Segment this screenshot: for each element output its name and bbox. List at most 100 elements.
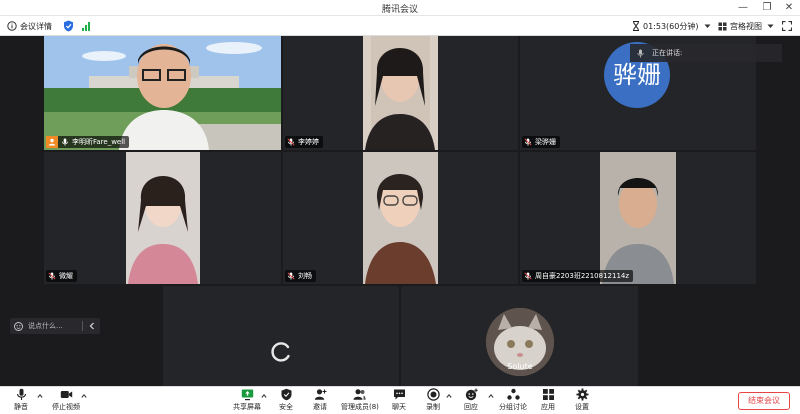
apps-button[interactable]: 应用 [541, 388, 555, 414]
share-screen-button[interactable]: 共享屏幕 [233, 388, 261, 414]
security-shield-button[interactable] [63, 16, 74, 36]
microphone-muted-icon [287, 272, 295, 280]
end-meeting-button[interactable]: 结束会议 [738, 392, 790, 410]
close-button[interactable]: ✕ [782, 1, 796, 15]
microphone-icon [62, 138, 68, 146]
participant-video [600, 152, 676, 284]
minimize-button[interactable]: — [736, 1, 750, 15]
manage-members-button[interactable]: 管理成员(8) [341, 388, 379, 414]
reactions-label: 回应 [464, 403, 478, 411]
video-tile[interactable]: 李婷婷 [283, 36, 518, 150]
chevron-left-icon[interactable] [88, 322, 96, 330]
participant-nametag: 李婷婷 [285, 136, 323, 148]
manage-members-label: 管理成员(8) [341, 403, 379, 411]
chevron-up-icon[interactable] [37, 393, 43, 399]
participant-name: 李明昕Fare_well [72, 138, 126, 146]
fullscreen-button[interactable] [782, 16, 792, 36]
mute-label: 静音 [14, 403, 28, 411]
reaction-emoji-icon [465, 388, 478, 401]
emoji-icon[interactable] [14, 321, 23, 331]
meeting-details-button[interactable]: 会议详情 [7, 16, 52, 36]
grid-view-button[interactable]: 宫格视图 [718, 16, 774, 36]
reactions-button[interactable]: 回应 [464, 388, 478, 414]
participant-nametag: 刘畅 [285, 270, 316, 282]
video-tile-loading[interactable] [163, 286, 399, 386]
security-button[interactable]: 安全 [279, 388, 293, 414]
participant-name: 微耀 [59, 272, 73, 280]
record-icon [426, 388, 440, 401]
add-person-icon [314, 389, 326, 400]
participant-nametag: 周自豪2203班2210812114z [522, 270, 634, 282]
chevron-down-icon[interactable] [704, 24, 711, 29]
video-tile[interactable]: 周自豪2203班2210812114z [520, 152, 756, 284]
participant-silhouette [602, 178, 674, 284]
participant-silhouette [128, 176, 198, 284]
chevron-up-icon[interactable] [488, 393, 494, 399]
meeting-info-bar: 会议详情 01:53(60分钟) 宫格视图 [0, 16, 800, 36]
chevron-up-icon[interactable] [81, 393, 87, 399]
chevron-up-icon[interactable] [446, 393, 452, 399]
fullscreen-icon [782, 21, 792, 31]
record-label: 录制 [426, 403, 440, 411]
mute-button[interactable]: 静音 [14, 388, 28, 414]
chevron-up-icon[interactable] [261, 393, 267, 399]
apps-grid-icon [542, 389, 554, 400]
speaking-label: 正在讲话: [652, 49, 683, 57]
participant-nametag: 微耀 [46, 270, 77, 282]
meeting-details-label: 会议详情 [20, 21, 52, 31]
video-tile[interactable]: 微耀 [44, 152, 281, 284]
chat-input-placeholder[interactable]: 说点什么... [28, 321, 77, 331]
title-bar: 腾讯会议 — ❐ ✕ [0, 0, 800, 16]
participant-avatar: Solute [486, 308, 554, 376]
window-title: 腾讯会议 [381, 5, 418, 15]
participant-video [363, 152, 438, 284]
record-button[interactable]: 录制 [426, 388, 440, 414]
share-screen-icon [241, 389, 253, 401]
microphone-icon [637, 49, 644, 58]
view-mode-label: 宫格视图 [730, 21, 762, 31]
gear-icon [576, 388, 588, 401]
microphone-muted-icon [287, 138, 295, 146]
chat-button[interactable]: 聊天 [392, 388, 406, 414]
network-signal-indicator[interactable] [82, 16, 90, 36]
apps-label: 应用 [541, 403, 555, 411]
security-label: 安全 [279, 403, 293, 411]
chat-input-bar[interactable]: 说点什么... [10, 318, 100, 334]
video-grid: 李明昕Fare_well 李婷婷 骅姗 梁骅姗 正在讲话: 微耀 刘畅 周自豪2… [0, 36, 800, 386]
restore-button[interactable]: ❐ [760, 1, 774, 15]
participant-name: 梁骅姗 [535, 138, 556, 146]
settings-button[interactable]: 设置 [575, 388, 589, 414]
breakout-rooms-icon [506, 388, 520, 400]
grid-view-icon [718, 22, 727, 30]
microphone-muted-icon [48, 272, 56, 280]
participant-name: 周自豪2203班2210812114z [535, 272, 630, 280]
video-tile[interactable]: 刘畅 [283, 152, 518, 284]
invite-label: 邀请 [313, 403, 327, 411]
members-icon [353, 389, 367, 400]
video-tile[interactable]: Solute [401, 286, 638, 386]
participant-name: 李婷婷 [298, 138, 319, 146]
participant-silhouette [365, 36, 435, 150]
info-icon [7, 21, 17, 31]
meeting-timer: 01:53(60分钟) [632, 16, 711, 36]
microphone-icon [16, 388, 26, 400]
participant-silhouette [365, 174, 436, 284]
meeting-window: 腾讯会议 — ❐ ✕ 会议详情 01:53(60分钟) 宫格视图 李明昕Fare… [0, 0, 800, 414]
host-silhouette [119, 44, 209, 150]
shield-icon [281, 388, 291, 401]
signal-bars-icon [82, 21, 90, 31]
shield-check-icon [64, 20, 73, 32]
hourglass-icon [633, 21, 639, 31]
stop-video-button[interactable]: 停止视频 [52, 388, 80, 414]
microphone-muted-icon [524, 272, 532, 280]
breakout-rooms-button[interactable]: 分组讨论 [499, 388, 527, 414]
participant-nametag: 梁骅姗 [522, 136, 560, 148]
chat-bubble-icon [393, 389, 405, 400]
meeting-toolbar: 静音 停止视频 共享屏幕 安全 邀请 管理成员(8) 聊天 录制 回应 分组讨论… [0, 386, 800, 414]
video-tile-host[interactable]: 李明昕Fare_well [44, 36, 281, 150]
invite-button[interactable]: 邀请 [313, 388, 327, 414]
host-badge-icon [46, 136, 58, 148]
video-camera-icon [60, 391, 72, 398]
breakout-rooms-label: 分组讨论 [499, 403, 527, 411]
avatar-name-label: Solute [507, 362, 533, 371]
